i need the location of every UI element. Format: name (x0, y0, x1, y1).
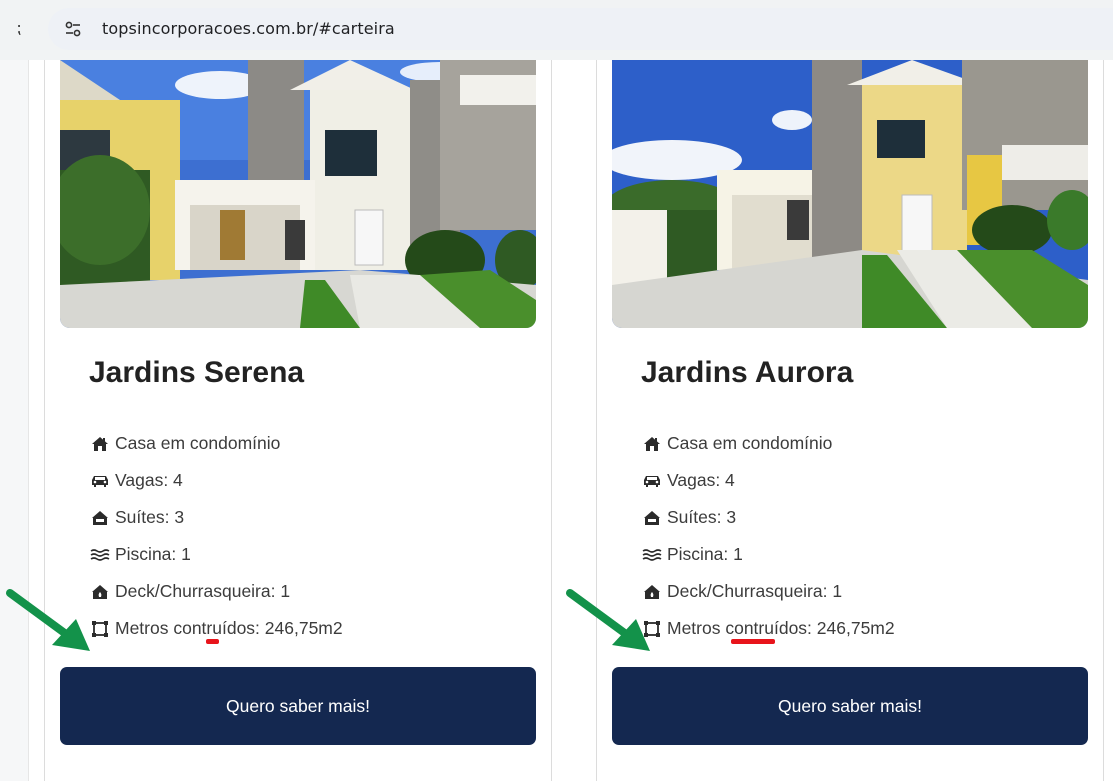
green-arrow-annotation-right (566, 589, 650, 651)
address-bar[interactable]: topsincorporacoes.com.br/#carteira (48, 8, 1113, 50)
quero-saber-mais-button[interactable]: Quero saber mais! (60, 667, 536, 745)
property-photo (60, 60, 536, 328)
feature-item: Suítes: 3 (89, 499, 343, 536)
water-waves-icon (89, 546, 111, 564)
feature-item: Piscina: 1 (89, 536, 343, 573)
feature-item: Deck/Churrasqueira: 1 (641, 573, 895, 610)
site-info-icon[interactable] (60, 16, 86, 42)
property-card: Jardins Aurora Casa em condomínio Vagas:… (596, 60, 1104, 781)
feature-item: Casa em condomínio (89, 425, 343, 462)
bed-icon (641, 509, 663, 527)
property-title: Jardins Serena (89, 356, 305, 389)
url-text[interactable]: topsincorporacoes.com.br/#carteira (102, 19, 395, 38)
property-photo (612, 60, 1088, 328)
left-page-edge (0, 60, 29, 781)
green-arrow-annotation-left (6, 589, 90, 651)
feature-label: Metros contruídos: 246,75m2 (115, 618, 343, 638)
browser-toolbar: ⁏ topsincorporacoes.com.br/#carteira (0, 0, 1113, 60)
car-icon (641, 472, 663, 490)
feature-label: Piscina: 1 (115, 544, 191, 564)
feature-label: Casa em condomínio (667, 433, 833, 453)
feature-item: Casa em condomínio (641, 425, 895, 462)
feature-label: Deck/Churrasqueira: 1 (115, 581, 291, 601)
red-underline-annotation-left (206, 639, 219, 644)
feature-label: Suítes: 3 (115, 507, 185, 527)
feature-item: Suítes: 3 (641, 499, 895, 536)
feature-list: Casa em condomínio Vagas: 4 Suítes: 3 Pi… (641, 425, 895, 647)
feature-label: Suítes: 3 (667, 507, 737, 527)
sidebar-toggle-icon[interactable]: ⁏ (16, 18, 21, 37)
feature-label: Deck/Churrasqueira: 1 (667, 581, 843, 601)
property-title: Jardins Aurora (641, 356, 854, 389)
feature-item: Vagas: 4 (641, 462, 895, 499)
feature-label: Metros contruídos: 246,75m2 (667, 618, 895, 638)
home-icon (641, 435, 663, 453)
car-icon (89, 472, 111, 490)
feature-label: Casa em condomínio (115, 433, 281, 453)
feature-list: Casa em condomínio Vagas: 4 Suítes: 3 Pi… (89, 425, 343, 647)
feature-item: Vagas: 4 (89, 462, 343, 499)
property-card: Jardins Serena Casa em condomínio Vagas:… (44, 60, 552, 781)
bed-icon (89, 509, 111, 527)
feature-item: Deck/Churrasqueira: 1 (89, 573, 343, 610)
feature-label: Vagas: 4 (667, 470, 735, 490)
red-underline-annotation-right (731, 639, 775, 644)
feature-label: Vagas: 4 (115, 470, 183, 490)
quero-saber-mais-button[interactable]: Quero saber mais! (612, 667, 1088, 745)
feature-item: Piscina: 1 (641, 536, 895, 573)
home-icon (89, 435, 111, 453)
water-waves-icon (641, 546, 663, 564)
feature-label: Piscina: 1 (667, 544, 743, 564)
